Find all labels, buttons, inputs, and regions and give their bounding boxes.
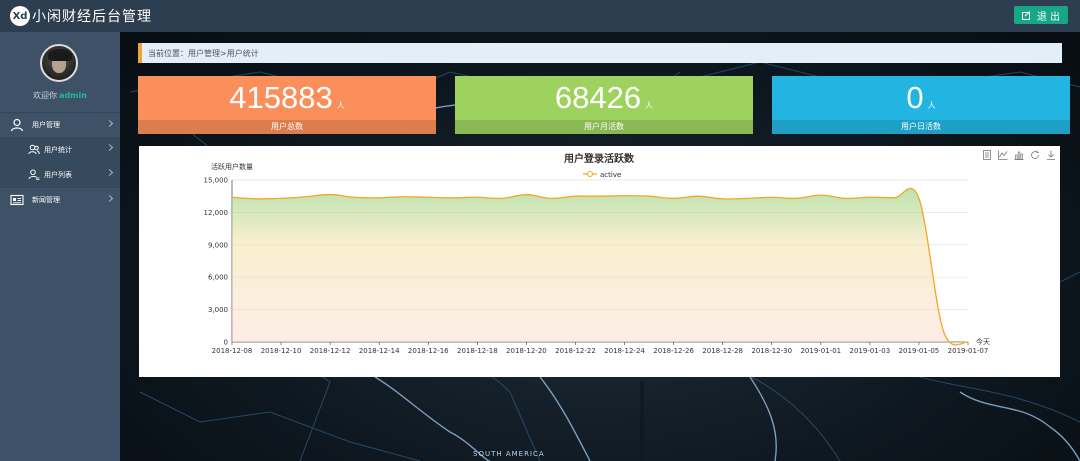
y-tick-label: 3,000	[208, 306, 228, 314]
x-tick-label: 2018-12-14	[359, 347, 400, 355]
stat-value: 68426	[554, 80, 642, 115]
y-tick-label: 15,000	[204, 177, 229, 185]
x-tick-label: 2018-12-24	[604, 347, 645, 355]
x-tick-label: 2018-12-12	[310, 347, 351, 355]
breadcrumb: 当前位置：用户管理>用户统计	[138, 43, 1062, 63]
sidebar-item-user-stats[interactable]: 用户统计	[0, 137, 120, 162]
chart-toolbox	[982, 150, 1056, 160]
users-icon	[28, 144, 40, 155]
x-tick-label: 2018-12-18	[457, 347, 498, 355]
sidebar-item-label: 用户管理	[32, 121, 60, 129]
download-icon[interactable]	[1046, 150, 1056, 160]
legend-label: active	[600, 171, 621, 179]
app-title: 小闲财经后台管理	[32, 9, 152, 25]
x-tick-label: 2019-01-03	[850, 347, 891, 355]
chart-title: 用户登录活跃数	[563, 152, 635, 165]
stat-value: 415883	[229, 80, 333, 115]
logout-button[interactable]: 退 出	[1013, 6, 1068, 24]
chevron-right-icon	[105, 143, 114, 152]
x-tick-label: 2019-01-07	[948, 347, 989, 355]
y-axis-label: 活跃用户数量	[211, 162, 253, 171]
sidebar-item-label: 新闻管理	[32, 196, 60, 204]
stat-card-daily-active: 0人 用户日活数	[772, 76, 1070, 134]
x-tick-label: 2018-12-22	[555, 347, 596, 355]
sidebar-item-user-management[interactable]: 用户管理	[0, 112, 120, 137]
profile: 欢迎你 admin	[0, 32, 120, 112]
series-area	[232, 188, 968, 345]
logout-label: 退 出	[1036, 11, 1060, 23]
sidebar-item-news-management[interactable]: 新闻管理	[0, 187, 120, 212]
x-tick-label: 2018-12-30	[751, 347, 792, 355]
chevron-right-icon	[105, 168, 114, 177]
x-axis-label: 今天	[976, 337, 990, 346]
x-tick-label: 2019-01-01	[800, 347, 841, 355]
stat-card-monthly-active: 68426 人 用户月活数	[455, 76, 753, 134]
sidebar: 欢迎你 admin 用户管理 用户统计 用户列表 新闻管理	[0, 32, 120, 461]
top-header: Xd 小闲财经后台管理 退 出	[0, 0, 1080, 32]
active-users-chart-panel: 用户登录活跃数 active 活跃用户数量 今天 0 3,000 6,000 9,00…	[139, 146, 1060, 377]
chevron-right-icon	[105, 119, 114, 128]
user-icon	[10, 118, 24, 132]
stat-caption: 用户月活数	[455, 120, 753, 134]
sidebar-item-label: 用户列表	[44, 170, 72, 179]
main-content: SOUTH AMERICA 当前位置：用户管理>用户统计 415883 人 用户总…	[120, 32, 1080, 461]
chevron-right-icon	[105, 194, 114, 203]
x-tick-label: 2018-12-26	[653, 347, 694, 355]
edit-icon	[1021, 10, 1031, 20]
stat-unit: 人	[927, 101, 936, 110]
map-label: SOUTH AMERICA	[473, 450, 545, 458]
chart-legend[interactable]: active	[583, 171, 621, 179]
stat-card-total-users: 415883 人 用户总数	[138, 76, 436, 134]
logo-badge-icon: Xd	[10, 6, 30, 26]
stat-unit: 人	[645, 101, 654, 110]
active-users-chart: 用户登录活跃数 active 活跃用户数量 今天 0 3,000 6,000 9,00…	[204, 152, 991, 355]
x-tick-label: 2018-12-10	[261, 347, 302, 355]
stat-unit: 人	[336, 101, 345, 110]
y-tick-label: 0	[224, 339, 228, 347]
x-tick-label: 2018-12-20	[506, 347, 547, 355]
username[interactable]: admin	[59, 91, 87, 100]
welcome-label: 欢迎你	[33, 91, 58, 100]
x-tick-label: 2018-12-08	[212, 347, 253, 355]
sidebar-item-user-list[interactable]: 用户列表	[0, 162, 120, 187]
y-tick-label: 12,000	[204, 209, 229, 217]
x-tick-label: 2019-01-05	[899, 347, 940, 355]
avatar[interactable]	[40, 44, 78, 82]
stat-caption: 用户日活数	[772, 120, 1070, 134]
y-tick-label: 9,000	[208, 241, 228, 249]
y-tick-label: 6,000	[208, 274, 228, 282]
welcome-text: 欢迎你 admin	[0, 90, 120, 101]
sidebar-item-label: 用户统计	[44, 145, 72, 154]
bar-chart-icon[interactable]	[1014, 150, 1024, 160]
line-chart-icon[interactable]	[998, 150, 1008, 160]
restore-icon[interactable]	[1030, 150, 1040, 160]
stat-caption: 用户总数	[138, 120, 436, 134]
user-list-icon	[28, 169, 40, 180]
data-view-icon[interactable]	[982, 150, 992, 160]
x-tick-label: 2018-12-16	[408, 347, 449, 355]
news-icon	[10, 194, 24, 206]
logo[interactable]: Xd 小闲财经后台管理	[10, 6, 152, 26]
x-tick-label: 2018-12-28	[702, 347, 743, 355]
stat-value: 0	[906, 80, 924, 115]
